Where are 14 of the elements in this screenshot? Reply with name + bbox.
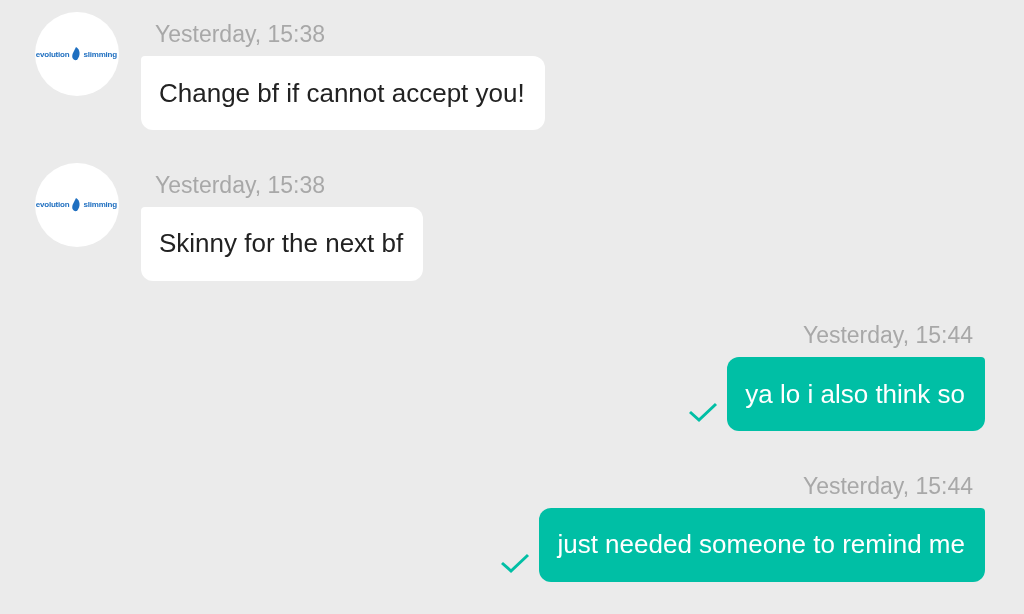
logo-text: slimming bbox=[83, 200, 117, 209]
message-time: Yesterday, 15:38 bbox=[155, 20, 326, 49]
logo-text: evolution bbox=[35, 200, 70, 209]
message-time: Yesterday, 15:38 bbox=[155, 170, 326, 200]
message-bubble: Change bf if cannot accept you! bbox=[141, 56, 545, 130]
logo-text: slimming bbox=[83, 49, 117, 59]
message-time: Yesterday, 15:44 bbox=[802, 321, 973, 350]
avatar[interactable]: evolution slimming bbox=[35, 162, 119, 247]
logo-text: evolution bbox=[35, 49, 70, 59]
message-bubble: Skinny for the next bf bbox=[141, 206, 424, 281]
message-time: Yesterday, 15:44 bbox=[802, 471, 973, 501]
message-bubble: ya lo i also think so bbox=[727, 357, 985, 431]
avatar[interactable]: evolution slimming bbox=[35, 12, 119, 96]
message-bubble: just needed someone to remind me bbox=[539, 507, 985, 582]
